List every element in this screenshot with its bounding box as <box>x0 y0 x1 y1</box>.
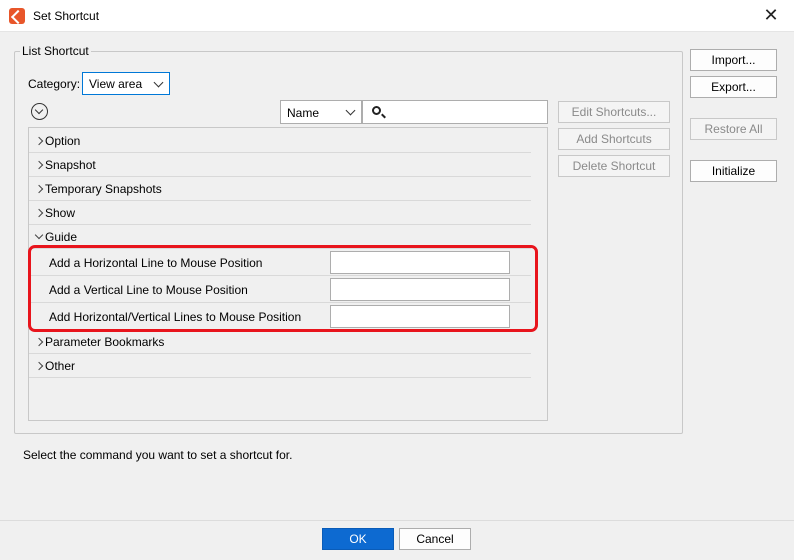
tree-item-label: Snapshot <box>45 158 96 172</box>
chevron-down-icon <box>345 105 356 116</box>
cancel-button[interactable]: Cancel <box>399 528 471 550</box>
add-shortcuts-button[interactable]: Add Shortcuts <box>558 128 670 150</box>
tree-item-other[interactable]: Other <box>29 354 531 378</box>
app-logo-icon <box>9 8 25 24</box>
chevron-right-icon <box>34 208 44 218</box>
sort-value: Name <box>287 106 320 120</box>
chevron-down-icon <box>34 230 44 240</box>
tree-item-label: Guide <box>45 230 78 244</box>
shortcut-key-field[interactable] <box>330 251 510 274</box>
command-label: Add a Vertical Line to Mouse Position <box>49 283 248 297</box>
ok-button[interactable]: OK <box>322 528 394 550</box>
tree-item-temporary-snapshots[interactable]: Temporary Snapshots <box>29 177 531 201</box>
tree-item-snapshot[interactable]: Snapshot <box>29 153 531 177</box>
window-title: Set Shortcut <box>33 9 100 23</box>
tree-item-label: Other <box>45 359 76 373</box>
chevron-right-icon <box>34 136 44 146</box>
dialog-footer <box>0 520 794 560</box>
shortcut-tree: Option Snapshot Temporary Snapshots Show… <box>28 127 548 421</box>
group-legend: List Shortcut <box>20 44 91 58</box>
command-row-horizontal-vertical-lines[interactable]: Add Horizontal/Vertical Lines to Mouse P… <box>29 303 531 330</box>
search-icon <box>372 106 381 115</box>
tree-item-guide[interactable]: Guide <box>29 225 531 249</box>
category-dropdown[interactable]: View area <box>82 72 170 95</box>
search-input[interactable] <box>362 100 548 124</box>
command-row-vertical-line[interactable]: Add a Vertical Line to Mouse Position <box>29 276 531 303</box>
chevron-right-icon <box>34 160 44 170</box>
export-button[interactable]: Export... <box>690 76 777 98</box>
command-label: Add a Horizontal Line to Mouse Position <box>49 256 263 270</box>
chevron-right-icon <box>34 337 44 347</box>
restore-all-button[interactable]: Restore All <box>690 118 777 140</box>
shortcut-key-field[interactable] <box>330 278 510 301</box>
expand-all-icon[interactable] <box>31 103 48 120</box>
command-row-horizontal-line[interactable]: Add a Horizontal Line to Mouse Position <box>29 249 531 276</box>
close-button[interactable]: ✕ <box>748 0 794 32</box>
tree-item-label: Temporary Snapshots <box>45 182 162 196</box>
hint-text: Select the command you want to set a sho… <box>23 448 293 462</box>
tree-item-label: Option <box>45 134 81 148</box>
shortcut-key-field[interactable] <box>330 305 510 328</box>
chevron-down-icon <box>153 77 164 88</box>
tree-item-label: Show <box>45 206 76 220</box>
delete-shortcut-button[interactable]: Delete Shortcut <box>558 155 670 177</box>
tree-item-show[interactable]: Show <box>29 201 531 225</box>
category-label: Category: <box>28 77 81 91</box>
tree-item-parameter-bookmarks[interactable]: Parameter Bookmarks <box>29 330 531 354</box>
category-value: View area <box>89 77 143 91</box>
title-bar: Set Shortcut ✕ <box>0 0 794 32</box>
chevron-right-icon <box>34 184 44 194</box>
tree-item-option[interactable]: Option <box>29 129 531 153</box>
import-button[interactable]: Import... <box>690 49 777 71</box>
sort-dropdown[interactable]: Name <box>280 100 362 124</box>
chevron-right-icon <box>34 361 44 371</box>
tree-item-label: Parameter Bookmarks <box>45 335 165 349</box>
initialize-button[interactable]: Initialize <box>690 160 777 182</box>
edit-shortcuts-button[interactable]: Edit Shortcuts... <box>558 101 670 123</box>
command-label: Add Horizontal/Vertical Lines to Mouse P… <box>49 310 302 324</box>
